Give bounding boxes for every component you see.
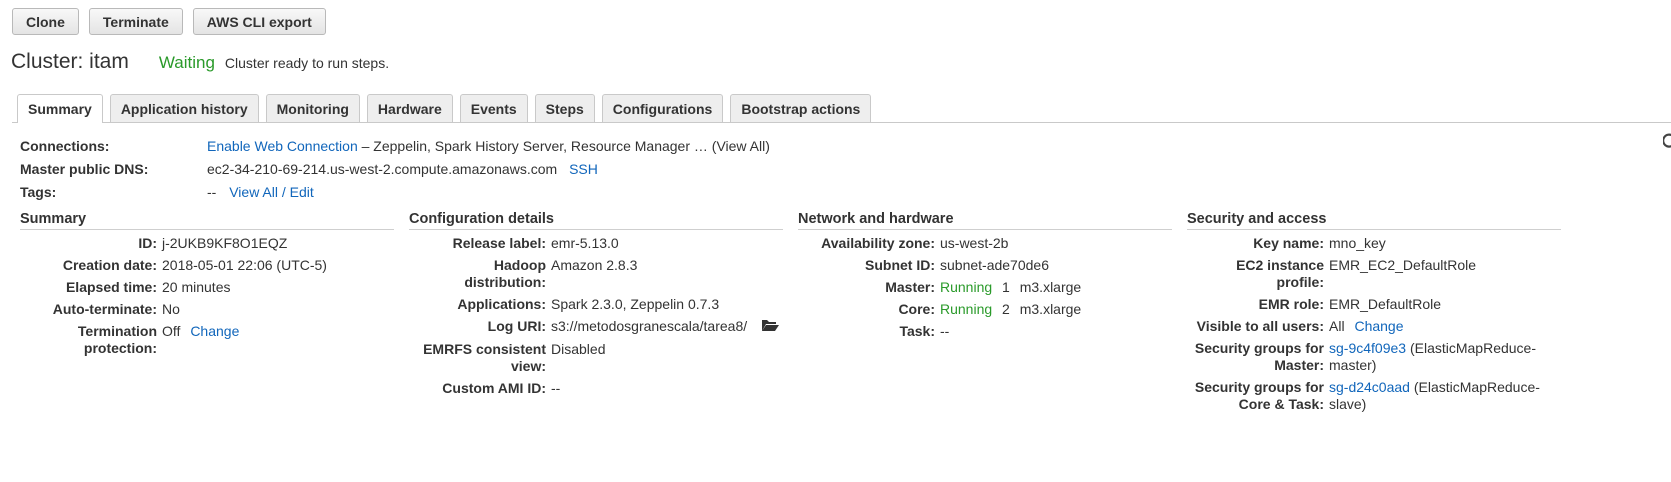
creation-date: 2018-05-01 22:06 (UTC-5): [162, 257, 327, 273]
master-instance-type: m3.xlarge: [1019, 279, 1082, 295]
cluster-id: j-2UKB9KF8O1EQZ: [162, 235, 288, 251]
elapsed-time: 20 minutes: [162, 279, 231, 295]
hadoop-distribution-label: Hadoop distribution:: [464, 257, 546, 290]
visible-to-all-users-change-link[interactable]: Change: [1354, 318, 1403, 334]
master-status: Running: [940, 279, 993, 295]
task-label: Task:: [899, 323, 935, 339]
aws-cli-export-button[interactable]: AWS CLI export: [192, 8, 326, 35]
emrfs-consistent-view-value: Disabled: [551, 341, 606, 358]
master-dns-row: Master public DNS: ec2-34-210-69-214.us-…: [20, 157, 770, 180]
cluster-header: Cluster: itam Waiting Cluster ready to r…: [11, 50, 389, 74]
folder-open-icon[interactable]: [761, 318, 780, 336]
connections-text: – Zeppelin, Spark History Server, Resour…: [361, 137, 770, 154]
availability-zone-label: Availability zone:: [821, 235, 935, 251]
tab-events[interactable]: Events: [459, 94, 528, 122]
configuration-details-section: Configuration details Release label: emr-…: [409, 211, 783, 397]
tab-summary[interactable]: Summary: [17, 94, 103, 123]
summary-heading: Summary: [20, 211, 394, 230]
summary-section: Summary ID: j-2UKB9KF8O1EQZ Creation date…: [20, 211, 394, 357]
auto-terminate-value: No: [162, 301, 180, 317]
configuration-details-heading: Configuration details: [409, 211, 783, 230]
custom-ami-id-label: Custom AMI ID:: [442, 380, 546, 397]
core-instance-type: m3.xlarge: [1019, 301, 1082, 317]
termination-protection-value: Off: [162, 323, 181, 339]
cluster-title: Cluster: itam: [11, 50, 129, 73]
ssh-link[interactable]: SSH: [569, 161, 598, 177]
tabs-divider: [12, 122, 1671, 123]
subnet-id-label: Subnet ID:: [865, 257, 935, 273]
creation-date-label: Creation date:: [62, 257, 157, 273]
log-uri-label: Log URI:: [487, 318, 546, 334]
id-label: ID:: [138, 235, 157, 251]
release-label-label: Release label:: [452, 235, 546, 251]
core-label: Core:: [898, 301, 935, 317]
security-access-section: Security and access Key name: mno_key EC2…: [1187, 211, 1561, 413]
elapsed-time-label: Elapsed time:: [65, 279, 157, 295]
security-groups-core-task-label: Security groups for Core & Task:: [1194, 379, 1324, 412]
network-hardware-section: Network and hardware Availability zone: u…: [798, 211, 1172, 340]
security-group-master-link[interactable]: sg-9c4f09e3: [1329, 340, 1406, 356]
visible-to-all-users-value: All: [1329, 318, 1345, 334]
master-dns-value: ec2-34-210-69-214.us-west-2.compute.amaz…: [207, 160, 558, 177]
release-label-value: emr-5.13.0: [551, 235, 619, 251]
custom-ami-id-value: --: [551, 380, 561, 397]
emr-role-label: EMR role:: [1258, 296, 1324, 312]
termination-protection-label: Termination protection:: [77, 323, 157, 356]
tab-configurations[interactable]: Configurations: [601, 94, 724, 122]
tags-label: Tags:: [20, 183, 57, 200]
master-label: Master:: [885, 279, 935, 295]
task-value: --: [940, 323, 950, 339]
visible-to-all-users-label: Visible to all users:: [1196, 318, 1324, 334]
security-group-core-task-link[interactable]: sg-d24c0aad: [1329, 379, 1410, 395]
cluster-status-message: Cluster ready to run steps.: [224, 55, 390, 71]
applications-label: Applications:: [457, 296, 546, 312]
tab-steps[interactable]: Steps: [534, 94, 595, 122]
master-count: 1: [1002, 279, 1010, 295]
core-count: 2: [1002, 301, 1010, 317]
auto-terminate-label: Auto-terminate:: [52, 301, 157, 317]
emrfs-consistent-view-label: EMRFS consistent view:: [423, 341, 546, 375]
log-uri-value: s3://metodosgranescala/tarea8/: [551, 318, 748, 334]
view-all-edit-tags-link[interactable]: View All / Edit: [229, 184, 314, 200]
tab-application-history[interactable]: Application history: [109, 94, 259, 122]
connections-label: Connections:: [20, 137, 110, 154]
master-dns-label: Master public DNS:: [20, 160, 149, 177]
terminate-button[interactable]: Terminate: [88, 8, 183, 35]
tab-bootstrap-actions[interactable]: Bootstrap actions: [730, 94, 872, 122]
applications-value: Spark 2.3.0, Zeppelin 0.7.3: [551, 296, 720, 312]
security-access-heading: Security and access: [1187, 211, 1561, 230]
hadoop-distribution-value: Amazon 2.8.3: [551, 257, 638, 273]
security-groups-master-label: Security groups for Master:: [1194, 340, 1324, 373]
tab-bar: Summary Application history Monitoring H…: [17, 94, 872, 123]
core-status: Running: [940, 301, 993, 317]
termination-protection-change-link[interactable]: Change: [190, 323, 239, 339]
connections-row: Connections: Enable Web Connection – Zep…: [20, 134, 770, 157]
subnet-id-link[interactable]: subnet-ade70de6: [940, 257, 1049, 274]
refresh-icon[interactable]: [1662, 132, 1671, 155]
enable-web-connection-link[interactable]: Enable Web Connection: [207, 138, 358, 154]
key-name-value: mno_key: [1329, 235, 1386, 251]
tab-hardware[interactable]: Hardware: [366, 94, 453, 122]
network-hardware-heading: Network and hardware: [798, 211, 1172, 230]
cluster-status: Waiting: [158, 53, 215, 72]
ec2-instance-profile-label: EC2 instance profile:: [1236, 257, 1324, 290]
tags-value: --: [207, 183, 217, 200]
cluster-top-info: Connections: Enable Web Connection – Zep…: [20, 134, 770, 203]
key-name-label: Key name:: [1253, 235, 1324, 251]
clone-button[interactable]: Clone: [12, 8, 79, 35]
tags-row: Tags: -- View All / Edit: [20, 180, 770, 203]
ec2-instance-profile-value: EMR_EC2_DefaultRole: [1329, 257, 1477, 273]
emr-role-value: EMR_DefaultRole: [1329, 296, 1442, 312]
toolbar: Clone Terminate AWS CLI export: [12, 8, 326, 35]
tab-monitoring[interactable]: Monitoring: [265, 94, 360, 122]
availability-zone-value: us-west-2b: [940, 235, 1009, 251]
